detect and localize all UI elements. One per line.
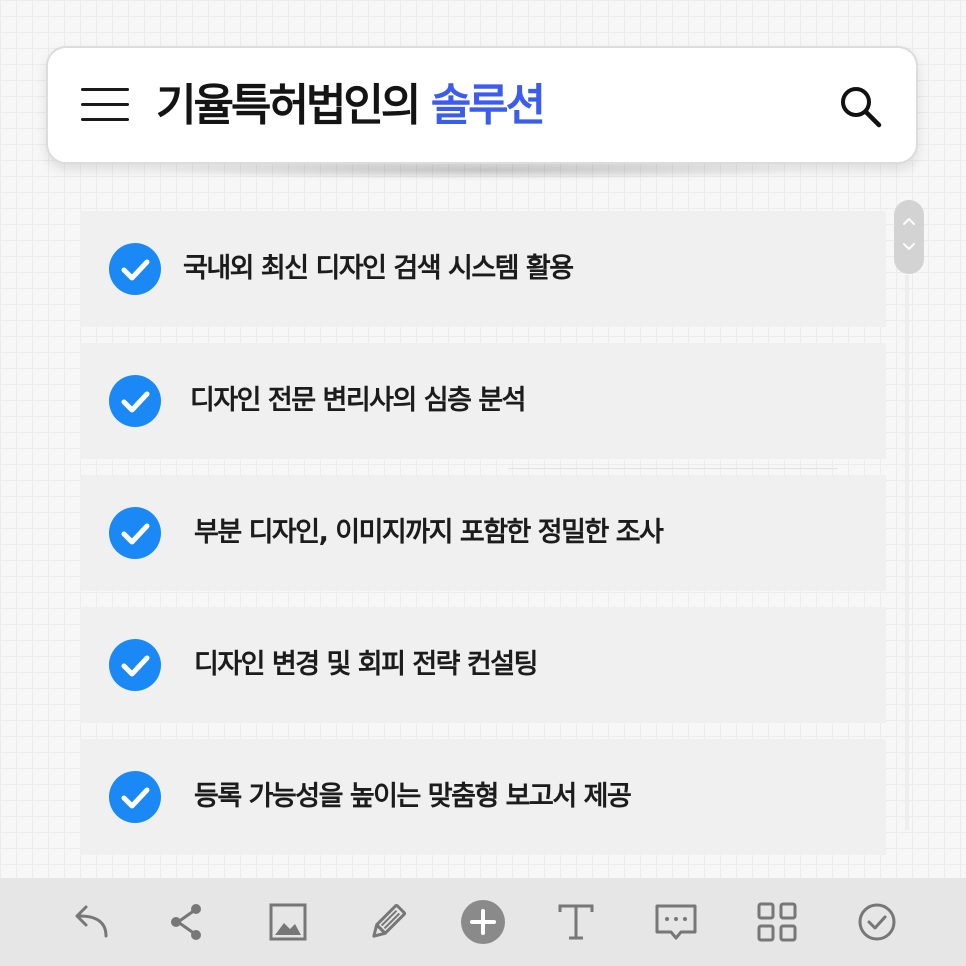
scrollbar-track[interactable] xyxy=(905,275,909,830)
solution-item: 등록 가능성을 높이는 맞춤형 보고서 제공 xyxy=(80,739,886,855)
title-main: 기율특허법인의 xyxy=(156,80,421,131)
divider xyxy=(508,468,838,469)
check-circle-icon xyxy=(109,243,161,295)
share-icon[interactable] xyxy=(162,898,210,946)
check-circle-icon[interactable] xyxy=(853,898,901,946)
check-circle-icon xyxy=(109,771,161,823)
solution-item: 디자인 전문 변리사의 심층 분석 xyxy=(80,343,886,459)
pencil-icon[interactable] xyxy=(364,898,412,946)
check-circle-icon xyxy=(109,639,161,691)
undo-icon[interactable] xyxy=(66,898,114,946)
search-icon[interactable] xyxy=(836,82,886,132)
solution-item-label: 국내외 최신 디자인 검색 시스템 활용 xyxy=(183,253,574,284)
solution-item-label: 디자인 변경 및 회피 전략 컨설팅 xyxy=(194,649,538,680)
text-icon[interactable] xyxy=(552,898,600,946)
solution-item: 디자인 변경 및 회피 전략 컨설팅 xyxy=(80,607,886,723)
add-icon[interactable] xyxy=(459,898,507,946)
grid-icon[interactable] xyxy=(753,898,801,946)
app-header: 기율특허법인의 솔루션 xyxy=(46,46,918,164)
scroll-arrows-icon xyxy=(903,218,915,250)
solution-item-label: 디자인 전문 변리사의 심층 분석 xyxy=(190,385,527,416)
check-circle-icon xyxy=(109,375,161,427)
check-circle-icon xyxy=(109,507,161,559)
solution-item: 부분 디자인, 이미지까지 포함한 정밀한 조사 xyxy=(80,475,886,591)
comment-icon[interactable] xyxy=(652,898,700,946)
solution-item-label: 부분 디자인, 이미지까지 포함한 정밀한 조사 xyxy=(194,517,664,548)
page-title: 기율특허법인의 솔루션 xyxy=(156,76,546,136)
scrollbar-thumb[interactable] xyxy=(894,200,924,274)
hamburger-menu-icon[interactable] xyxy=(81,86,129,124)
image-icon[interactable] xyxy=(264,898,312,946)
bottom-toolbar xyxy=(0,878,966,966)
solution-item: 국내외 최신 디자인 검색 시스템 활용 xyxy=(80,211,886,327)
title-accent: 솔루션 xyxy=(430,80,546,131)
solution-item-label: 등록 가능성을 높이는 맞춤형 보고서 제공 xyxy=(194,781,632,812)
